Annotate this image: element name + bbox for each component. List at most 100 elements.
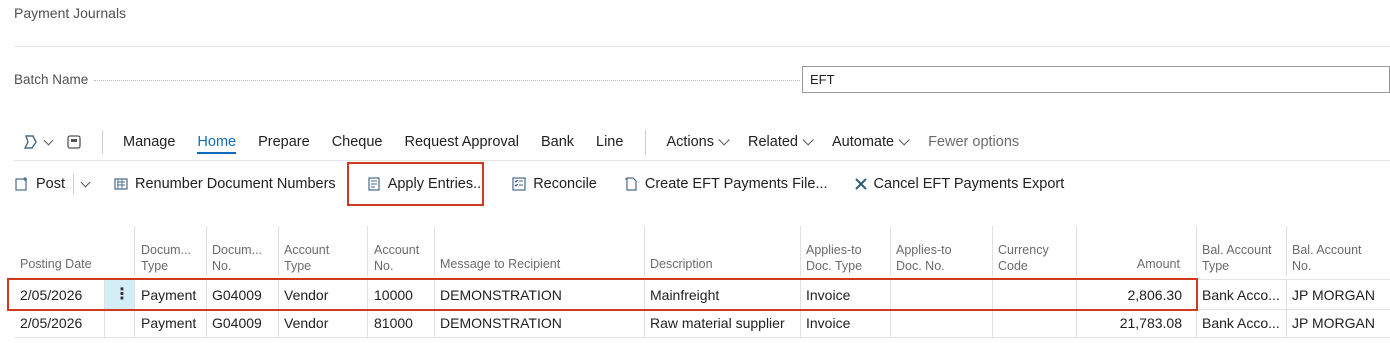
create-eft-payments-file-button[interactable]: Create EFT Payments File...	[623, 176, 828, 192]
menu-actions-label: Actions	[666, 134, 714, 150]
cell-message[interactable]: DEMONSTRATION	[440, 315, 562, 331]
divider	[14, 160, 1390, 161]
row-divider	[14, 337, 1390, 338]
cell-separator	[104, 310, 105, 338]
leader-dots	[94, 80, 800, 81]
tab-home[interactable]: Home	[197, 134, 237, 154]
col-document-no-line1: Docum...	[212, 243, 263, 257]
post-icon	[15, 177, 27, 191]
cell-amount[interactable]: 21,783.08	[1090, 315, 1182, 331]
renumber-document-numbers-button[interactable]: Renumber Document Numbers	[113, 176, 336, 192]
renumber-label: Renumber Document Numbers	[135, 176, 336, 192]
reconcile-icon	[512, 177, 526, 191]
menu-actions[interactable]: Actions	[666, 134, 730, 150]
toolbar-separator	[102, 130, 103, 154]
tab-prepare[interactable]: Prepare	[258, 134, 310, 150]
cell-applies-to-doc-type[interactable]: Invoice	[806, 315, 850, 331]
column-separator	[1286, 226, 1287, 276]
renumber-icon	[114, 178, 128, 190]
tab-cheque[interactable]: Cheque	[332, 134, 383, 150]
menu-automate-label: Automate	[831, 134, 895, 150]
cell-account-no[interactable]: 81000	[374, 315, 413, 331]
col-document-type-line2: Type	[141, 259, 169, 273]
highlight-box-first-row	[7, 278, 1198, 311]
col-currency-code-line2: Code	[998, 259, 1028, 273]
col-bal-account-type-line2: Type	[1202, 259, 1230, 273]
column-separator	[206, 226, 207, 276]
cell-document-type[interactable]: Payment	[141, 315, 196, 331]
chevron-down-icon	[718, 134, 730, 146]
col-applies-to-doc-type[interactable]: Applies-to Doc. Type	[806, 242, 862, 274]
cell-separator	[1286, 280, 1287, 309]
cell-posting-date[interactable]: 2/05/2026	[20, 315, 82, 331]
copilot-icon[interactable]	[22, 134, 54, 150]
column-separator	[644, 226, 645, 276]
create-eft-label: Create EFT Payments File...	[644, 176, 828, 192]
cell-separator	[1076, 310, 1077, 338]
tab-bank[interactable]: Bank	[541, 134, 574, 150]
cell-account-type[interactable]: Vendor	[284, 315, 328, 331]
cell-separator	[992, 310, 993, 338]
col-account-no-line1: Account	[374, 243, 420, 257]
cell-description[interactable]: Raw material supplier	[650, 315, 785, 331]
col-bal-account-no[interactable]: Bal. Account No.	[1292, 242, 1362, 274]
col-amount[interactable]: Amount	[1100, 256, 1180, 272]
cell-bal-account-no[interactable]: JP MORGAN	[1292, 315, 1375, 331]
highlight-box-apply-entries	[347, 162, 484, 206]
batch-name-field[interactable]: EFT	[802, 66, 1390, 93]
cell-separator	[367, 310, 368, 338]
col-document-type[interactable]: Docum... Type	[141, 242, 191, 274]
menu-related-label: Related	[748, 134, 798, 150]
column-separator	[992, 226, 993, 276]
cell-bal-account-type[interactable]: Bank Acco...	[1202, 287, 1280, 303]
reconcile-button[interactable]: Reconcile	[511, 176, 597, 192]
tab-manage[interactable]: Manage	[123, 134, 175, 150]
chevron-down-icon	[802, 134, 814, 146]
cell-separator	[434, 310, 435, 338]
cell-separator	[1196, 310, 1197, 338]
cell-separator	[644, 310, 645, 338]
cancel-eft-payments-export-button[interactable]: Cancel EFT Payments Export	[854, 176, 1064, 192]
column-separator	[1196, 226, 1197, 276]
col-account-type-line1: Account	[284, 243, 330, 257]
tab-request-approval[interactable]: Request Approval	[404, 134, 518, 150]
col-applies-to-doc-no-line1: Applies-to	[896, 243, 952, 257]
reconcile-label: Reconcile	[533, 176, 597, 192]
col-applies-to-doc-no[interactable]: Applies-to Doc. No.	[896, 242, 952, 274]
cell-bal-account-type[interactable]: Bank Acco...	[1202, 315, 1280, 331]
col-account-type-line2: Type	[284, 259, 312, 273]
col-bal-account-no-line2: No.	[1292, 259, 1312, 273]
col-bal-account-no-line1: Bal. Account	[1292, 243, 1362, 257]
col-currency-code[interactable]: Currency Code	[998, 242, 1049, 274]
col-posting-date[interactable]: Posting Date	[20, 256, 92, 272]
col-currency-code-line1: Currency	[998, 243, 1049, 257]
col-applies-to-doc-no-line2: Doc. No.	[896, 259, 945, 273]
col-bal-account-type-line1: Bal. Account	[1202, 243, 1272, 257]
post-button[interactable]: Post	[14, 176, 65, 192]
col-account-type[interactable]: Account Type	[284, 242, 329, 274]
fewer-options-link[interactable]: Fewer options	[928, 134, 1019, 150]
col-description[interactable]: Description	[650, 256, 713, 272]
column-separator	[890, 226, 891, 276]
cell-bal-account-no[interactable]: JP MORGAN	[1292, 287, 1375, 303]
menu-related[interactable]: Related	[748, 134, 814, 150]
menu-automate[interactable]: Automate	[831, 134, 910, 150]
tab-line[interactable]: Line	[596, 134, 623, 150]
col-message-to-recipient[interactable]: Message to Recipient	[440, 256, 560, 272]
chevron-down-icon	[898, 134, 910, 146]
col-document-no[interactable]: Docum... No.	[212, 242, 262, 274]
action-bar-tabs: Manage Home Prepare Cheque Request Appro…	[22, 128, 1041, 156]
toolbar-separator	[645, 130, 647, 154]
divider	[14, 46, 1390, 47]
cell-separator	[278, 310, 279, 338]
column-separator	[800, 226, 801, 276]
column-separator	[367, 226, 368, 276]
col-bal-account-type[interactable]: Bal. Account Type	[1202, 242, 1272, 274]
col-applies-to-doc-type-line1: Applies-to	[806, 243, 862, 257]
post-dropdown[interactable]	[73, 174, 91, 194]
pages-icon[interactable]	[66, 134, 82, 150]
column-separator	[434, 226, 435, 276]
batch-name-label: Batch Name	[14, 72, 89, 87]
col-account-no[interactable]: Account No.	[374, 242, 419, 274]
cell-document-no[interactable]: G04009	[212, 315, 262, 331]
